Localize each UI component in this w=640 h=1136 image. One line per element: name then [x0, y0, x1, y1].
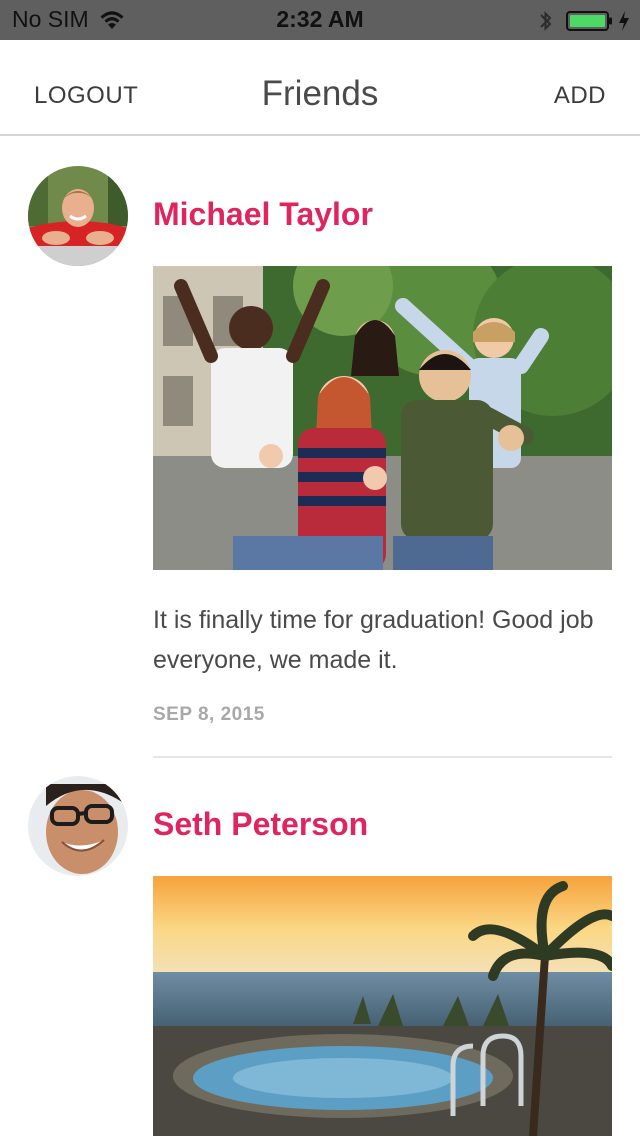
add-button[interactable]: ADD: [554, 82, 606, 110]
post-author-name[interactable]: Michael Taylor: [153, 196, 373, 233]
avatar[interactable]: [28, 776, 128, 876]
post-photo[interactable]: [153, 876, 612, 1136]
post-text: It is finally time for graduation! Good …: [153, 606, 594, 674]
status-right: [538, 8, 630, 34]
bluetooth-icon: [540, 11, 552, 31]
post-date: SEP 8, 2015: [153, 704, 265, 725]
avatar[interactable]: [28, 166, 128, 266]
friends-feed[interactable]: Michael Taylor It is finally time for gr…: [0, 138, 640, 1136]
feed-post: Michael Taylor It is finally time for gr…: [0, 138, 640, 758]
charging-icon: [619, 11, 629, 31]
navigation-bar: LOGOUT Friends ADD: [0, 40, 640, 136]
feed-post: Seth Peterson: [0, 758, 640, 1136]
screen: No SIM 2:32 AM LOGOUT Friends ADD Michae…: [0, 0, 640, 1136]
post-author-name[interactable]: Seth Peterson: [153, 806, 368, 843]
battery-icon: [566, 11, 612, 31]
post-photo[interactable]: [153, 266, 612, 570]
status-bar: No SIM 2:32 AM: [0, 0, 640, 40]
page-title: Friends: [261, 74, 379, 113]
